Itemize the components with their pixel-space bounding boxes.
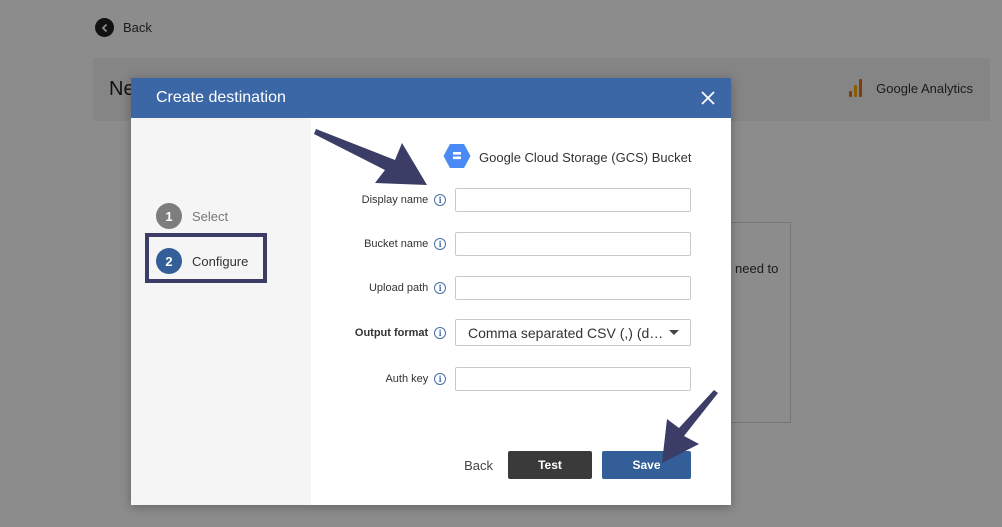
output-format-label: Output format <box>354 326 429 339</box>
bucket-name-label: Bucket name <box>364 238 429 250</box>
step-configure[interactable]: 2 Configure <box>156 248 248 274</box>
step-select[interactable]: 1 Select <box>156 203 228 229</box>
output-format-row: Output format i Comma separated CSV (,) … <box>311 319 691 346</box>
modal-title: Create destination <box>156 89 286 106</box>
step-label: Select <box>192 208 229 224</box>
output-format-select[interactable]: Comma separated CSV (,) (def... <box>454 319 691 346</box>
create-destination-modal: Create destination 1 Select 2 Configure <box>131 78 731 505</box>
form-actions: Back Test Save <box>464 451 691 479</box>
step-number: 1 <box>156 203 182 229</box>
destination-name: Google Cloud Storage (GCS) Bucket <box>479 150 692 165</box>
upload-path-label: Upload path <box>368 282 429 294</box>
chevron-down-icon <box>668 330 679 335</box>
info-icon[interactable]: i <box>434 282 447 294</box>
info-icon[interactable]: i <box>434 194 447 206</box>
upload-path-input[interactable] <box>455 276 691 300</box>
destination-heading: Google Cloud Storage (GCS) Bucket <box>443 143 691 172</box>
modal-header: Create destination <box>131 78 731 118</box>
display-name-input[interactable] <box>455 188 691 212</box>
display-name-label: Display name <box>361 194 429 206</box>
auth-key-input[interactable] <box>455 367 691 391</box>
modal-body: 1 Select 2 Configure Google Cloud Storag… <box>131 118 731 505</box>
gcs-hexagon-icon <box>443 143 471 172</box>
test-button[interactable]: Test <box>508 451 592 479</box>
info-icon[interactable]: i <box>434 326 446 339</box>
upload-path-row: Upload path i <box>311 276 691 300</box>
info-icon[interactable]: i <box>434 373 447 385</box>
bucket-name-input[interactable] <box>455 232 691 256</box>
back-button[interactable]: Back <box>464 458 493 473</box>
stepper: 1 Select 2 Configure <box>131 118 311 505</box>
auth-key-row: Auth key i <box>311 367 691 391</box>
output-format-value: Comma separated CSV (,) (def... <box>467 324 668 341</box>
step-label: Configure <box>192 253 249 269</box>
info-icon[interactable]: i <box>434 238 447 250</box>
close-icon[interactable] <box>699 89 717 107</box>
configure-form: Google Cloud Storage (GCS) Bucket Displa… <box>311 118 731 505</box>
step-number: 2 <box>156 248 182 274</box>
save-button[interactable]: Save <box>602 451 691 479</box>
bucket-name-row: Bucket name i <box>311 232 691 256</box>
display-name-row: Display name i <box>311 188 691 212</box>
auth-key-label: Auth key <box>385 373 429 385</box>
